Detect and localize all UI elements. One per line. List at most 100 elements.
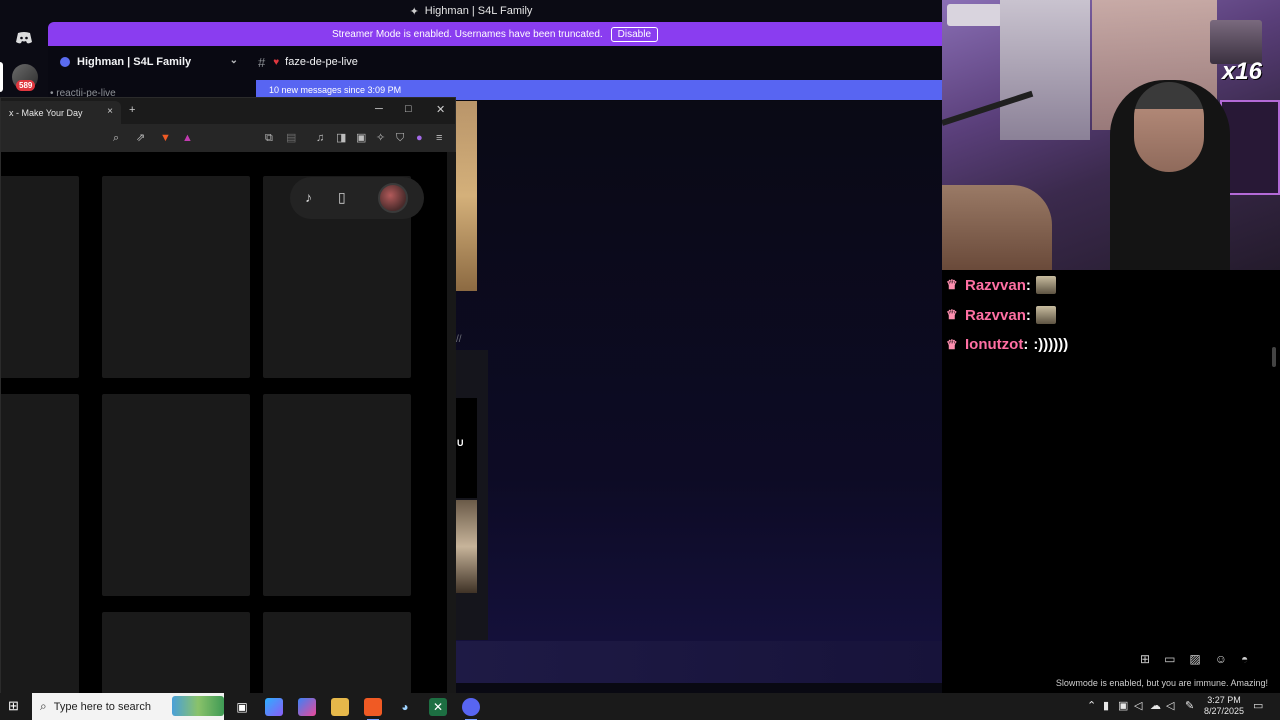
close-button[interactable]: ✕ [436,103,445,116]
windows-start-icon[interactable]: ⊞ [8,699,22,713]
channel-name: faze-de-pe-live [285,56,358,68]
chat-username[interactable]: Razvvan [965,307,1026,324]
browser-toolbar: ⌕ ⇗ ▼ ▲ ⧉ ▤ ♫ ◨ ▣ ✧ ⛉ ● ≡ [1,124,455,152]
system-clock[interactable]: 3:27 PM 8/27/2025 [1200,695,1248,717]
pen-icon[interactable]: ✎ [1185,699,1194,713]
browser-window: x - Make Your Day × + ─ □ ✕ ⌕ ⇗ ▼ ▲ ⧉ ▤ … [0,97,456,694]
live-icon: ♥ [273,56,280,68]
sidebar-icon[interactable]: ◨ [336,131,346,145]
new-tab-button[interactable]: + [129,104,135,116]
tab-title: x - Make Your Day [9,107,83,118]
video-card[interactable] [102,394,250,596]
message-embed-dark [456,398,477,498]
chat-text: :)))))) [1033,336,1069,353]
webcam-overlay: x16 [942,0,1280,270]
extensions-icon[interactable]: ⧉ [265,131,273,145]
gift-icon[interactable]: ⊞ [1140,652,1150,666]
clock-date: 8/27/2025 [1203,706,1245,716]
brave-shield-icon[interactable]: ▼ [160,131,171,145]
server-name: Highman | S4L Family [77,56,192,68]
chat-separator: : [1025,306,1031,324]
server-header[interactable]: Highman | S4L Family ⌄ [48,50,248,74]
tray-chevron-icon[interactable]: ⌃ [1087,699,1096,713]
file-explorer-icon[interactable] [331,698,349,716]
game-icon[interactable]: ◓ [1241,652,1248,666]
notification-badge: 589 [16,80,36,91]
stream-chat: ♛ Razvvan : ♛ Razvvan : ♛ Ionutzot : :))… [942,270,1280,693]
chevron-down-icon: ⌄ [229,55,238,66]
wallet-icon[interactable]: ▣ [356,131,366,145]
window-title: Highman | S4L Family [424,5,533,17]
emoji-icon[interactable]: ☺ [1215,652,1227,666]
sticker-icon[interactable]: ▨ [1189,652,1200,666]
minimize-button[interactable]: ─ [375,103,383,115]
tab-close-icon[interactable]: × [107,106,113,117]
floating-actions: ♪ ▯ [290,177,424,219]
streamer-head [1134,82,1204,172]
phone-icon[interactable]: ▯ [338,189,346,206]
video-card[interactable] [263,612,411,694]
video-card[interactable] [263,394,411,596]
server-badge-icon [60,57,70,67]
discord-home-icon[interactable] [12,28,36,48]
scrollbar[interactable] [447,152,456,694]
profile-icon[interactable]: ● [416,131,423,145]
video-card[interactable] [102,176,250,378]
badge-icon: ♛ [946,277,958,292]
network-icon[interactable]: ▣ [1118,699,1128,713]
slowmode-notice: Slowmode is enabled, but you are immune.… [1055,678,1268,688]
background-poster [1000,0,1090,140]
hash-icon: # [258,54,266,70]
discord-icon[interactable] [462,698,480,720]
tab-active[interactable]: x - Make Your Day × [1,101,121,124]
zoom-icon[interactable]: ⌕ [113,131,119,145]
chat-username[interactable]: Ionutzot [965,336,1023,353]
task-view-icon[interactable]: ▣ [233,698,251,716]
excel-icon[interactable]: ✕ [429,698,447,716]
emote-image [1035,306,1056,324]
vpn-icon[interactable]: ⛉ [396,131,404,145]
microphone-icon[interactable]: ▮ [1103,699,1109,713]
message-image[interactable] [456,500,477,593]
speaker-icon[interactable]: ◁ [1166,699,1174,713]
share-icon[interactable]: ⇗ [136,131,145,145]
steam-icon[interactable]: ◕ [396,698,414,716]
partial-letter: U [457,438,464,448]
music-icon[interactable]: ♫ [316,131,324,145]
chat-scrollbar[interactable] [1272,347,1276,367]
profile-avatar[interactable] [378,183,408,213]
taskbar-search[interactable]: ⌕ Type here to search [32,693,224,720]
video-card[interactable] [1,176,79,378]
brave-rewards-icon[interactable]: ▲ [182,131,193,145]
streamer-arm [942,185,1052,270]
search-icon: ⌕ [40,699,47,713]
maximize-button[interactable]: □ [405,103,412,115]
copilot-365-icon[interactable] [298,698,316,716]
discord-titlebar: ✦ Highman | S4L Family [0,0,942,22]
streamer-mode-banner: Streamer Mode is enabled. Usernames have… [48,22,942,46]
notifications-icon[interactable]: ▭ [1253,699,1263,713]
message-image[interactable] [456,101,477,291]
chat-input-actions: ⊞ ▭ ▨ ☺ ◓ [1140,652,1248,666]
gif-icon[interactable]: ▭ [1164,652,1175,666]
chat-message: ♛ Ionutzot : :)))))) [946,336,1068,353]
page-content [1,152,447,694]
onedrive-icon[interactable]: ☁ [1150,699,1161,713]
video-card[interactable] [1,394,79,694]
volume-icon[interactable]: ◁ [1134,699,1142,713]
leo-ai-icon[interactable]: ✧ [376,131,385,145]
chat-separator: : [1023,336,1029,353]
chat-username[interactable]: Razvvan [965,277,1026,294]
emote-image [1035,276,1056,294]
reader-icon[interactable]: ▤ [286,131,296,145]
taskbar: ⊞ ⌕ Type here to search ▣ ◕ ✕ ⌃ ▮ ▣ ◁ ☁ … [0,693,1280,720]
tiktok-icon[interactable]: ♪ [305,189,312,205]
menu-icon[interactable]: ≡ [436,131,442,145]
brave-icon[interactable] [364,698,382,720]
message-composer[interactable] [456,641,942,683]
disable-button[interactable]: Disable [610,26,659,42]
copilot-icon[interactable] [265,698,283,716]
chat-message: ♛ Razvvan : [946,306,1056,324]
streamer-mode-text: Streamer Mode is enabled. Usernames have… [331,28,603,40]
video-card[interactable] [102,612,250,694]
